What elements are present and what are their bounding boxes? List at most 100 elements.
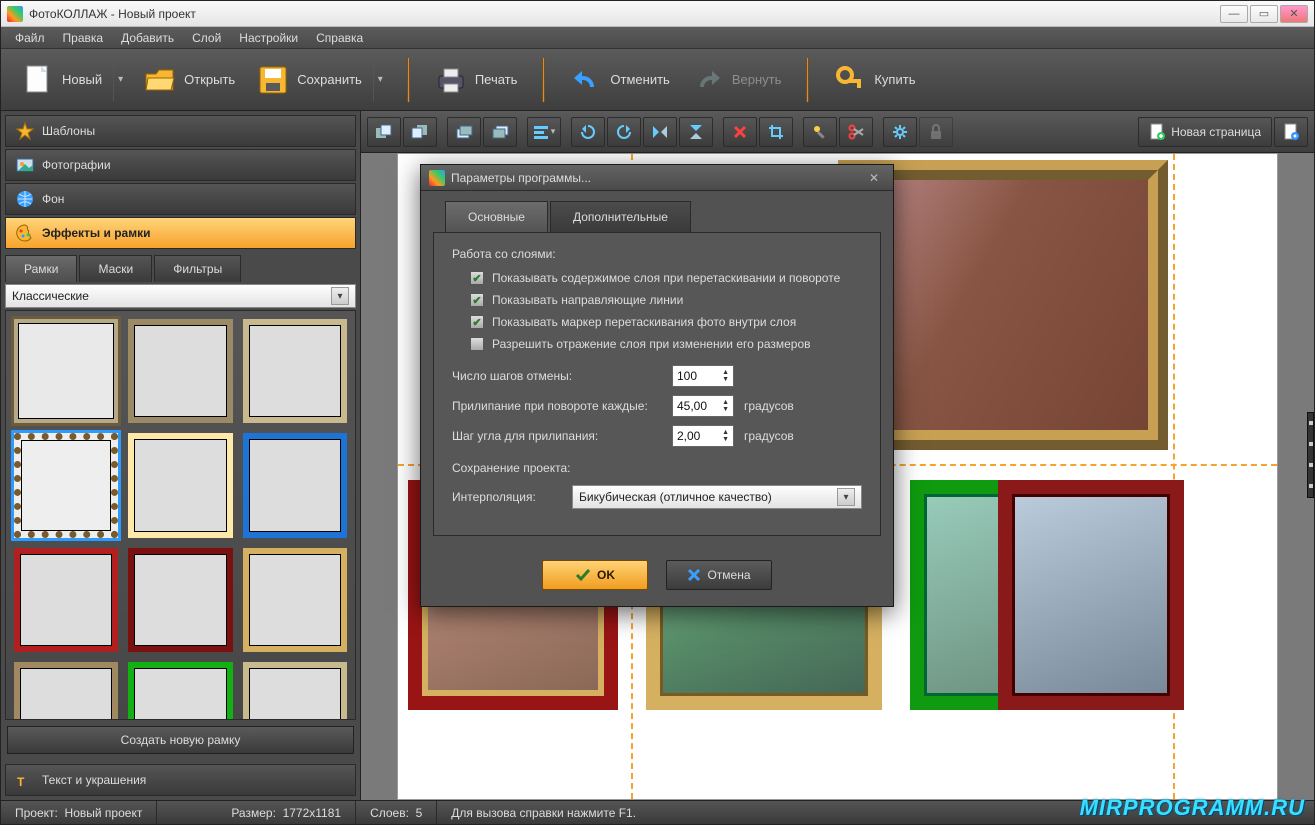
dialog-buttons: OK Отмена bbox=[421, 548, 893, 606]
snap-angle-label: Шаг угла для прилипания: bbox=[452, 429, 662, 443]
frame-thumb[interactable] bbox=[128, 548, 232, 652]
toolbar-buy[interactable]: Купить bbox=[823, 57, 926, 103]
key-icon bbox=[834, 64, 866, 96]
undo-steps-label: Число шагов отмены: bbox=[452, 369, 662, 383]
photo-frame[interactable] bbox=[998, 480, 1184, 710]
dialog-tab-extra[interactable]: Дополнительные bbox=[550, 201, 691, 232]
frame-thumb[interactable] bbox=[14, 662, 118, 720]
toolbar-save-dropdown[interactable]: ▾ bbox=[373, 59, 387, 101]
frame-thumb[interactable] bbox=[128, 662, 232, 720]
lock-icon[interactable] bbox=[919, 117, 953, 147]
sidebar-textdeco[interactable]: T Текст и украшения bbox=[5, 764, 356, 796]
snap-rotate-input[interactable]: 45,00▲▼ bbox=[672, 395, 734, 417]
checkbox-show-content[interactable]: ✔Показывать содержимое слоя при перетаск… bbox=[470, 271, 862, 285]
page-settings-icon[interactable] bbox=[1274, 117, 1308, 147]
status-help: Для вызова справки нажмите F1. bbox=[437, 801, 650, 824]
crop-icon[interactable] bbox=[759, 117, 793, 147]
checkbox-show-marker[interactable]: ✔Показывать маркер перетаскивания фото в… bbox=[470, 315, 862, 329]
folder-open-icon bbox=[144, 64, 176, 96]
interpolation-label: Интерполяция: bbox=[452, 490, 562, 504]
frame-thumb[interactable] bbox=[243, 662, 347, 720]
wand-icon[interactable] bbox=[803, 117, 837, 147]
toolbar-open[interactable]: Открыть bbox=[133, 57, 246, 103]
dialog-close-icon[interactable]: ✕ bbox=[863, 169, 885, 187]
frame-category-select[interactable]: Классические ▾ bbox=[5, 284, 356, 308]
ok-button[interactable]: OK bbox=[542, 560, 648, 590]
sidebar-background[interactable]: Фон bbox=[5, 183, 356, 215]
toolbar-undo[interactable]: Отменить bbox=[559, 57, 680, 103]
toolbar-new-dropdown[interactable]: ▾ bbox=[113, 59, 127, 101]
sidebar-templates[interactable]: Шаблоны bbox=[5, 115, 356, 147]
layer-back-icon[interactable] bbox=[403, 117, 437, 147]
status-project: Проект: Новый проект bbox=[1, 801, 157, 824]
subtab-masks[interactable]: Маски bbox=[79, 255, 152, 282]
rotate-right-icon[interactable] bbox=[607, 117, 641, 147]
flip-h-icon[interactable] bbox=[643, 117, 677, 147]
toolbar: Новый ▾ Открыть Сохранить ▾ Печать Отмен… bbox=[1, 49, 1314, 111]
status-size: Размер: 1772x1181 bbox=[217, 801, 356, 824]
new-page-button[interactable]: Новая страница bbox=[1138, 117, 1272, 147]
dialog-titlebar[interactable]: Параметры программы... ✕ bbox=[421, 165, 893, 191]
toolbar-print[interactable]: Печать bbox=[424, 57, 529, 103]
menu-add[interactable]: Добавить bbox=[113, 28, 182, 48]
snap-rotate-label: Прилипание при повороте каждые: bbox=[452, 399, 662, 413]
menubar: Файл Правка Добавить Слой Настройки Спра… bbox=[1, 27, 1314, 49]
menu-edit[interactable]: Правка bbox=[55, 28, 112, 48]
toolbar-new[interactable]: Новый bbox=[11, 57, 113, 103]
menu-settings[interactable]: Настройки bbox=[231, 28, 306, 48]
star-icon bbox=[16, 122, 34, 140]
checkbox-show-guides[interactable]: ✔Показывать направляющие линии bbox=[470, 293, 862, 307]
layer-front-icon[interactable] bbox=[367, 117, 401, 147]
rotate-left-icon[interactable] bbox=[571, 117, 605, 147]
toolbar-save[interactable]: Сохранить bbox=[246, 57, 373, 103]
layer-up-icon[interactable] bbox=[447, 117, 481, 147]
cancel-button[interactable]: Отмена bbox=[666, 560, 772, 590]
subtab-frames[interactable]: Рамки bbox=[5, 255, 77, 282]
save-icon bbox=[257, 64, 289, 96]
menu-help[interactable]: Справка bbox=[308, 28, 371, 48]
text-icon: T bbox=[16, 771, 34, 789]
check-icon bbox=[575, 568, 591, 582]
frame-thumb[interactable] bbox=[243, 433, 347, 537]
delete-icon[interactable] bbox=[723, 117, 757, 147]
frame-thumb-selected[interactable] bbox=[14, 433, 118, 537]
photo-icon bbox=[16, 156, 34, 174]
sidebar-photos[interactable]: Фотографии bbox=[5, 149, 356, 181]
frame-thumb[interactable] bbox=[243, 548, 347, 652]
menu-layer[interactable]: Слой bbox=[184, 28, 229, 48]
snap-angle-input[interactable]: 2,00▲▼ bbox=[672, 425, 734, 447]
frame-thumb[interactable] bbox=[14, 319, 118, 423]
toolbar-redo[interactable]: Вернуть bbox=[681, 57, 793, 103]
frames-grid[interactable] bbox=[5, 310, 356, 720]
menu-file[interactable]: Файл bbox=[7, 28, 53, 48]
sidebar-effects[interactable]: Эффекты и рамки bbox=[5, 217, 356, 249]
create-new-frame-button[interactable]: Создать новую рамку bbox=[7, 726, 354, 754]
undo-steps-input[interactable]: 100▲▼ bbox=[672, 365, 734, 387]
group-layers-title: Работа со слоями: bbox=[452, 247, 862, 261]
frame-thumb[interactable] bbox=[14, 548, 118, 652]
gear-icon[interactable] bbox=[883, 117, 917, 147]
degrees-label: градусов bbox=[744, 429, 794, 443]
scissors-icon[interactable] bbox=[839, 117, 873, 147]
chevron-down-icon: ▾ bbox=[331, 287, 349, 305]
maximize-button[interactable]: ▭ bbox=[1250, 5, 1278, 23]
app-icon bbox=[7, 6, 23, 22]
dialog-tab-main[interactable]: Основные bbox=[445, 201, 548, 232]
layer-down-icon[interactable] bbox=[483, 117, 517, 147]
checkbox-allow-reflect[interactable]: .Разрешить отражение слоя при изменении … bbox=[470, 337, 862, 351]
align-icon[interactable]: ▾ bbox=[527, 117, 561, 147]
interpolation-select[interactable]: Бикубическая (отличное качество) ▾ bbox=[572, 485, 862, 509]
flip-v-icon[interactable] bbox=[679, 117, 713, 147]
minimize-button[interactable]: — bbox=[1220, 5, 1248, 23]
close-button[interactable]: ✕ bbox=[1280, 5, 1308, 23]
chevron-down-icon: ▾ bbox=[837, 488, 855, 506]
subtab-filters[interactable]: Фильтры bbox=[154, 255, 241, 282]
dialog-body: Работа со слоями: ✔Показывать содержимое… bbox=[433, 232, 881, 536]
frame-thumb[interactable] bbox=[128, 319, 232, 423]
frame-thumb[interactable] bbox=[243, 319, 347, 423]
globe-icon bbox=[16, 190, 34, 208]
undo-icon bbox=[570, 64, 602, 96]
zoom-strip[interactable] bbox=[1307, 412, 1314, 498]
print-icon bbox=[435, 64, 467, 96]
frame-thumb[interactable] bbox=[128, 433, 232, 537]
